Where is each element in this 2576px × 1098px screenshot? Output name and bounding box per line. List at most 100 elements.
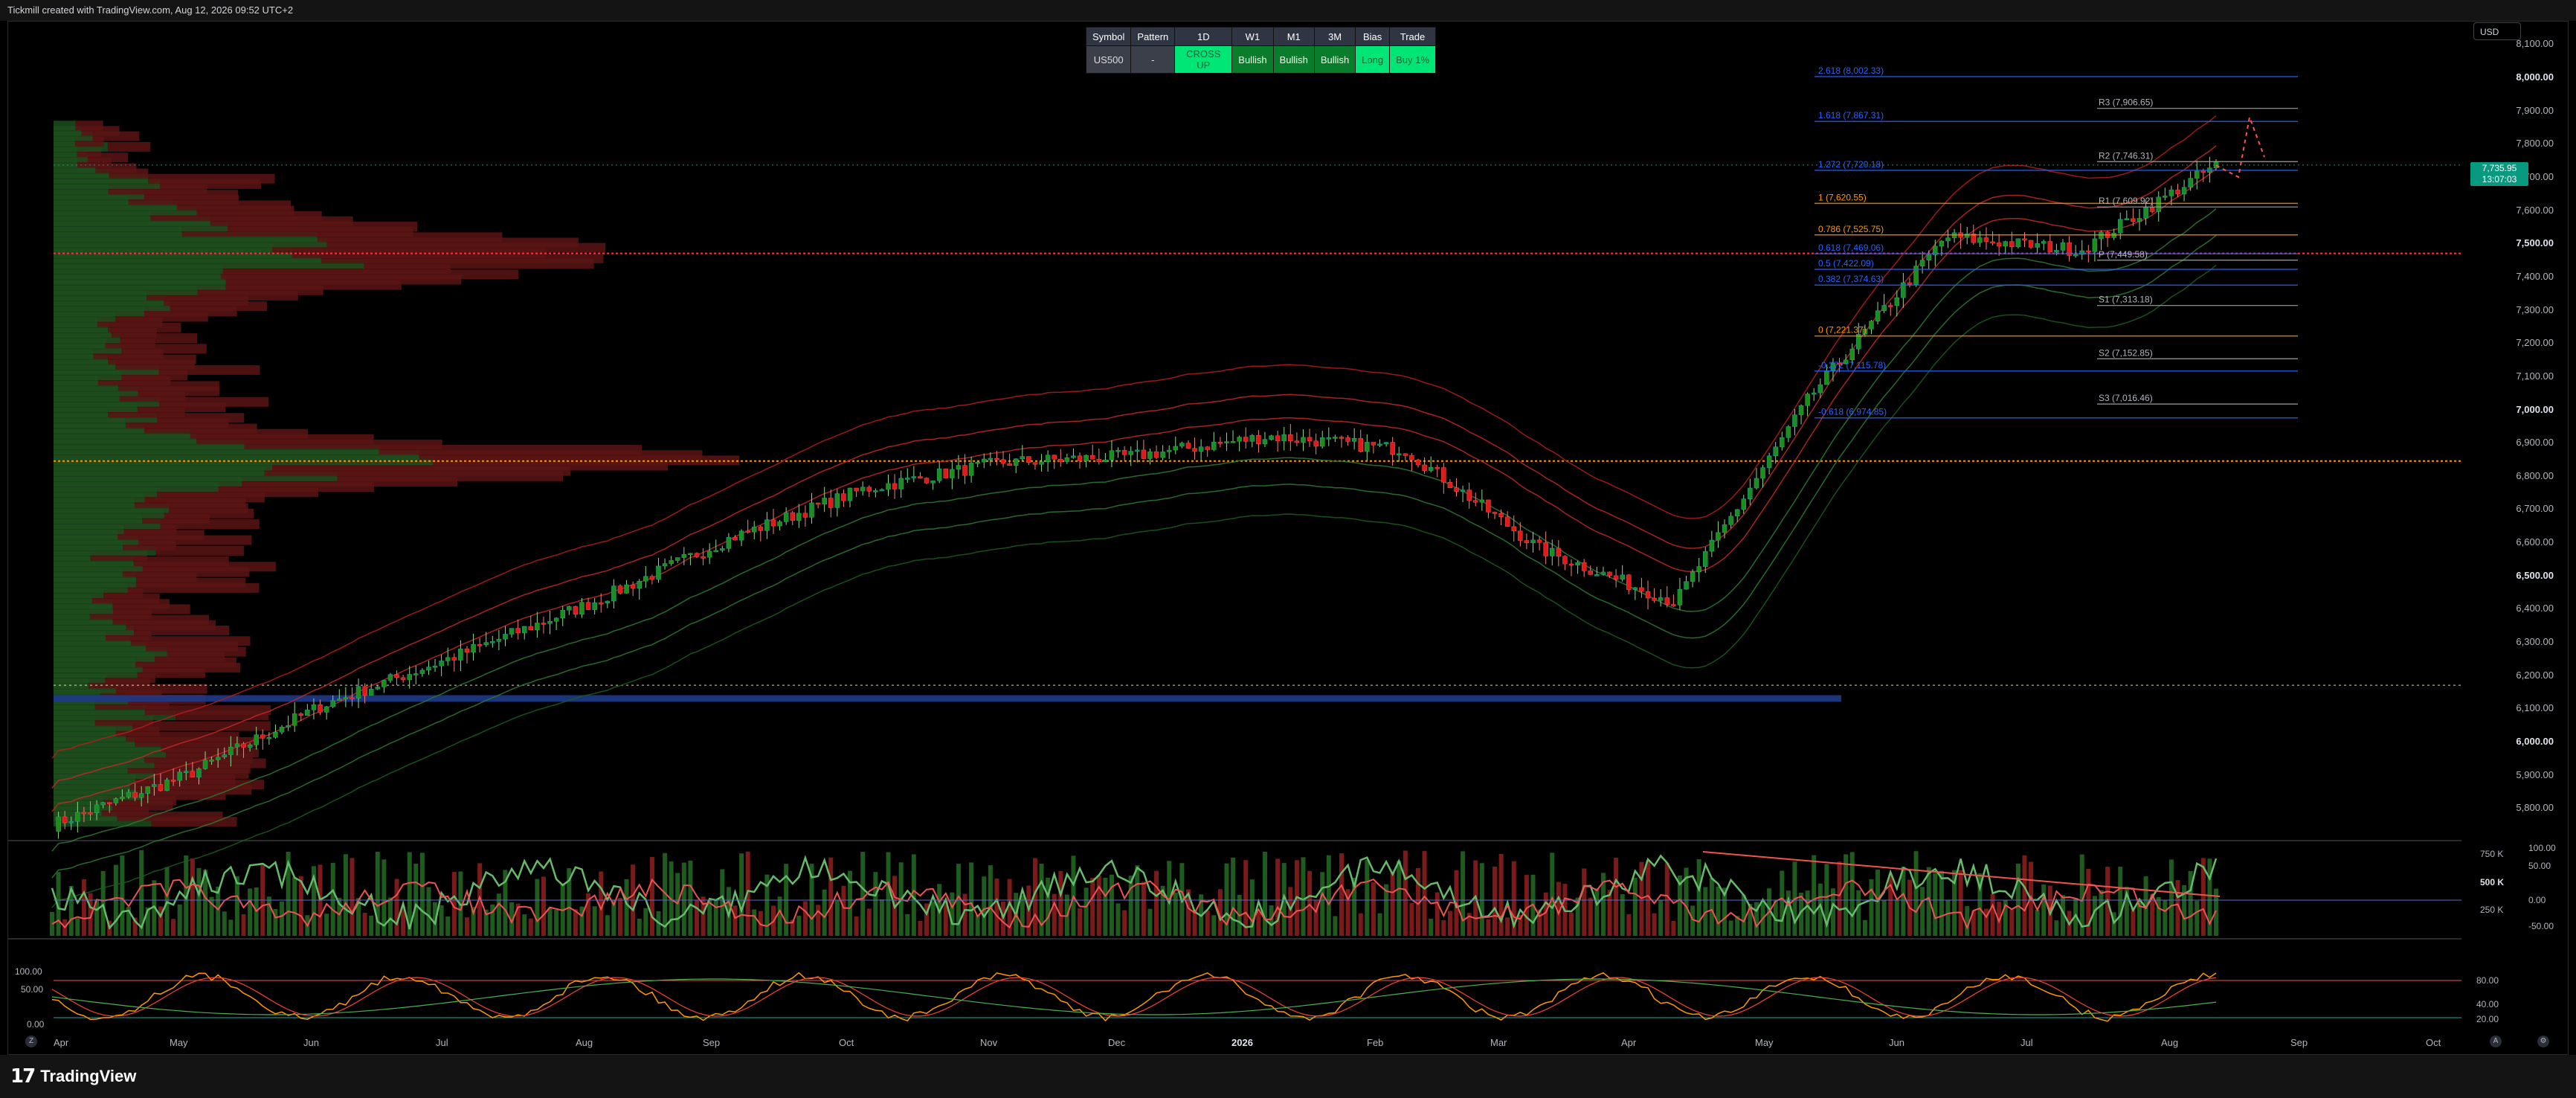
tradingview-mark-icon: 17: [10, 1065, 36, 1088]
candle-down: [1058, 458, 1063, 462]
candle-down: [1907, 282, 1913, 285]
candle-up: [1039, 461, 1044, 465]
volume-bar: [1888, 874, 1893, 936]
candle-up: [1230, 441, 1236, 443]
volume-bar: [1122, 910, 1127, 936]
tradingview-logo[interactable]: 17 TradingView: [10, 1065, 136, 1088]
time-label: Feb: [1367, 1037, 1384, 1048]
candle-up: [1365, 442, 1370, 452]
candle-down: [1518, 530, 1523, 541]
candle-up: [387, 674, 393, 681]
volume-bar: [1524, 875, 1529, 936]
time-label: Aug: [2161, 1037, 2179, 1048]
candle-down: [1307, 437, 1313, 442]
time-label: Jun: [1889, 1037, 1904, 1048]
candle-up: [503, 634, 508, 640]
signal-value-bias: Long: [1355, 45, 1391, 74]
candle-down: [1536, 539, 1542, 543]
signal-value-trade: Buy 1%: [1389, 45, 1436, 74]
time-axis[interactable]: Apr May Jun Jul Aug Sep Oct Nov Dec 2026…: [7, 1031, 2569, 1053]
candle-down: [892, 483, 898, 489]
fib-level-label: 2.618 (8,002.33): [1818, 65, 1884, 76]
candle-up: [305, 710, 310, 716]
candle-down: [630, 584, 636, 589]
auto-scale-icon[interactable]: A: [2490, 1036, 2502, 1047]
candle-up: [2092, 238, 2098, 252]
candle-down: [88, 812, 93, 815]
volume-bar: [1320, 872, 1325, 936]
candle-down: [451, 657, 457, 661]
volume-bar: [1307, 870, 1313, 936]
price-tick: 8,000.00: [2516, 71, 2554, 83]
candle-up: [1734, 509, 1740, 517]
candle-down: [1581, 562, 1587, 571]
candle-up: [764, 519, 770, 531]
candle-up: [1147, 452, 1153, 459]
signal-value-m1: Bullish: [1272, 45, 1315, 74]
volume-bar: [292, 877, 297, 936]
candle-down: [170, 780, 176, 782]
volume-bar: [343, 854, 348, 936]
candle-up: [2143, 207, 2148, 219]
candle-down: [1192, 448, 1197, 452]
volume-bar: [1875, 869, 1881, 936]
reset-zoom-icon[interactable]: Z: [25, 1036, 37, 1047]
bar-countdown: 13:07:03: [2482, 174, 2517, 184]
candle-down: [2047, 241, 2053, 253]
chart-canvas[interactable]: 2.618 (8,002.33) 1.618 (7,867.31) 1.272 (7…: [0, 0, 2576, 1098]
candle-up: [637, 580, 642, 589]
tradingview-wordmark: TradingView: [40, 1067, 137, 1085]
candle-up: [1211, 442, 1217, 450]
candle-up: [2137, 218, 2142, 222]
volume-bar: [1741, 894, 1746, 936]
candle-up: [982, 458, 987, 463]
candle-up: [355, 686, 361, 699]
candle-down: [854, 487, 859, 492]
candle-up: [905, 478, 910, 480]
candle-down: [541, 623, 547, 625]
candle-up: [1083, 455, 1089, 461]
candle-up: [713, 550, 718, 553]
signal-header-symbol: Symbol: [1085, 27, 1132, 46]
settings-icon[interactable]: ⚙: [2537, 1036, 2549, 1047]
price-tick: 8,100.00: [2516, 38, 2554, 50]
candle-up: [643, 576, 648, 582]
candle-up: [1741, 498, 1747, 510]
candle-up: [1013, 458, 1019, 466]
candle-up: [113, 798, 119, 803]
volume-bar: [886, 852, 891, 936]
candle-down: [790, 512, 796, 521]
volume-bar: [860, 852, 866, 936]
volume-bar: [1078, 908, 1083, 936]
candle-up: [1716, 532, 1721, 541]
candle-up: [553, 617, 559, 622]
volume-bar: [228, 919, 234, 936]
candle-up: [1792, 414, 1797, 427]
candle-down: [617, 585, 623, 594]
candle-up: [1709, 539, 1715, 552]
candle-down: [528, 626, 534, 631]
current-price-value: 7,735.95: [2482, 163, 2517, 173]
volume-bar: [216, 886, 221, 936]
price-tick: 5,900.00: [2516, 768, 2554, 780]
candle-down: [1409, 455, 1414, 460]
volume-bar: [841, 885, 846, 936]
volume-bar: [1856, 890, 1861, 936]
candle-down: [81, 812, 87, 815]
price-scale[interactable]: 8,100.00 8,000.00 7,900.00 7,800.00 7,700.00…: [2461, 21, 2569, 841]
price-tick: 6,100.00: [2516, 702, 2554, 714]
volume-bar: [1844, 854, 1849, 936]
candle-up: [1894, 297, 1900, 306]
candle-down: [1556, 548, 1562, 557]
time-label: Apr: [54, 1037, 69, 1048]
volume-bar: [675, 873, 680, 936]
volume-profile-sell-bar: [107, 141, 151, 152]
candle-up: [215, 757, 221, 760]
candle-up: [656, 565, 661, 580]
candle-down: [1077, 455, 1083, 461]
candle-down: [1652, 597, 1657, 601]
oscillator-tick: -50.00: [2528, 921, 2554, 931]
candle-up: [407, 674, 412, 681]
volume-profile-sell-bar: [133, 556, 229, 567]
candle-up: [956, 465, 962, 470]
